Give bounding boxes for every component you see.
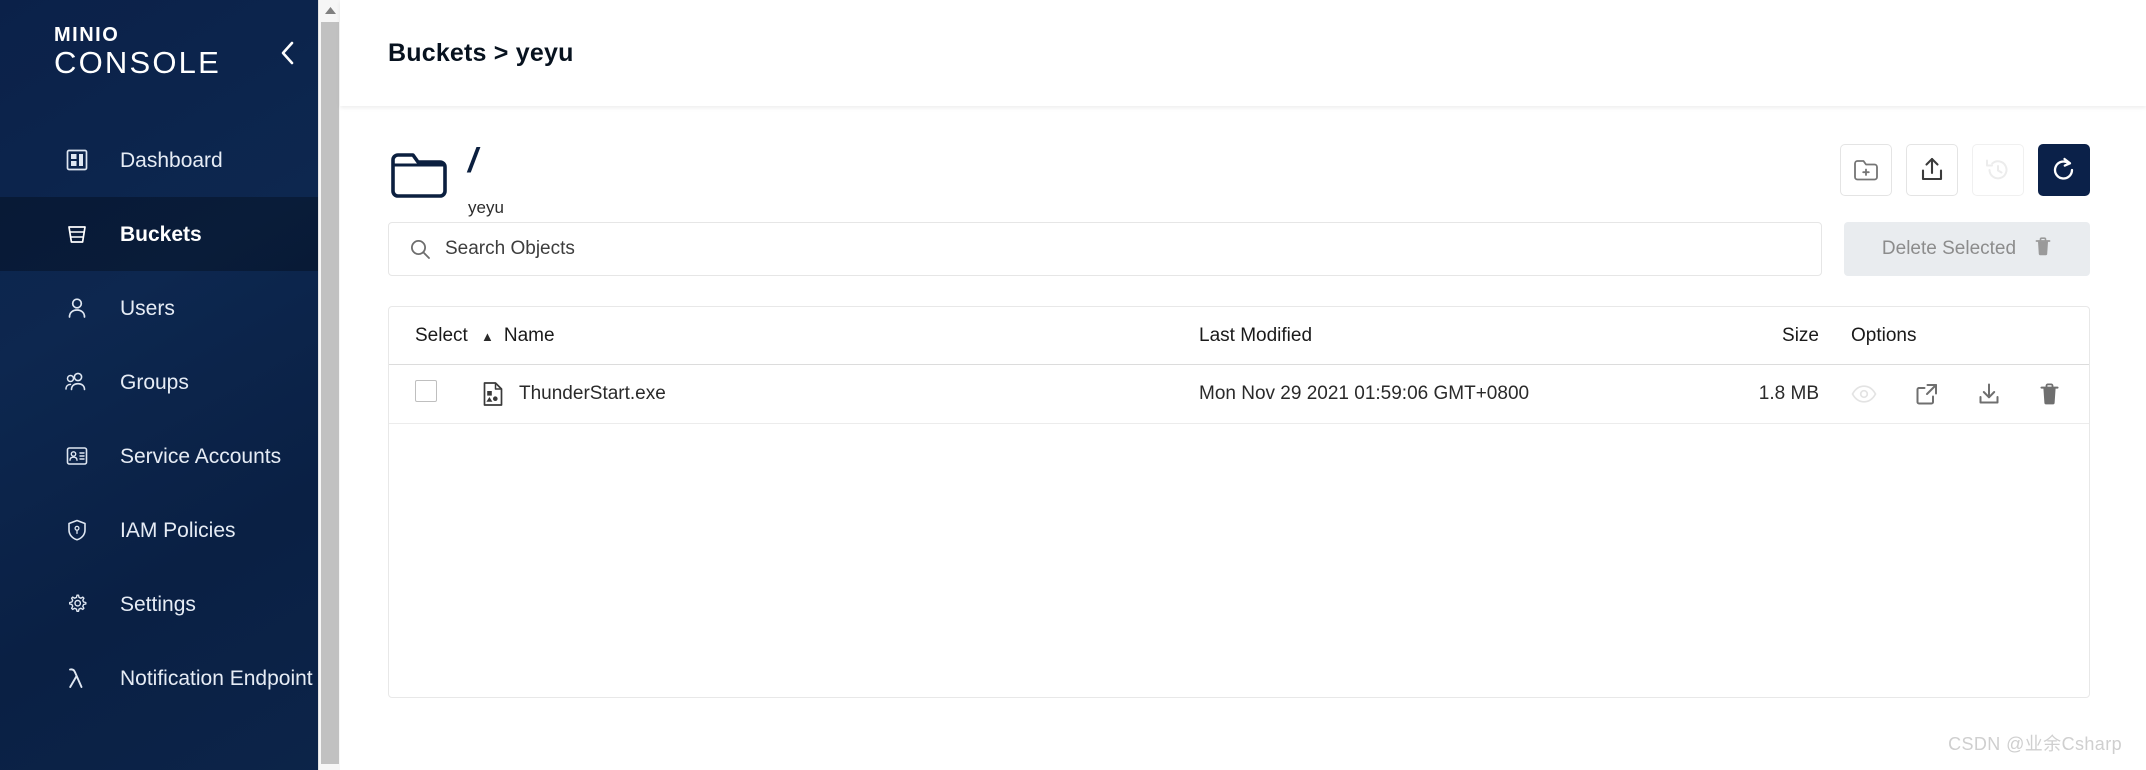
logo-product: CONSOLE (54, 44, 221, 80)
chevron-left-icon[interactable] (272, 38, 302, 68)
table-header: Select ▲ Name Last Modified Size Options (389, 307, 2089, 365)
object-actions (1840, 142, 2090, 196)
upload-icon (1921, 157, 1943, 181)
scrollbar-thumb[interactable] (321, 22, 339, 764)
refresh-button[interactable] (2038, 144, 2090, 196)
refresh-icon (2053, 157, 2074, 180)
row-last-modified: Mon Nov 29 2021 01:59:06 GMT+0800 (1199, 364, 1669, 424)
path-bucket-name: yeyu (468, 198, 504, 217)
share-icon[interactable] (1915, 382, 1939, 406)
sidebar-scrollbar[interactable] (318, 0, 340, 770)
sidebar-item-dashboard[interactable]: Dashboard (0, 123, 340, 197)
logo-text: MINIO CONSOLE (54, 25, 221, 81)
history-button (1972, 144, 2024, 196)
column-header-select: Select (389, 307, 481, 365)
row-checkbox[interactable] (415, 380, 437, 402)
content-area: / yeyu Search Objects Delete Selected Se… (340, 106, 2146, 770)
sidebar-item-users[interactable]: Users (0, 271, 340, 345)
sidebar-item-label: Settings (120, 592, 196, 616)
sidebar-item-label: Dashboard (120, 148, 223, 172)
file-binary-icon (481, 381, 505, 407)
upload-button[interactable] (1906, 144, 1958, 196)
dashboard-icon (64, 147, 90, 173)
lambda-icon (64, 665, 90, 691)
sidebar-item-groups[interactable]: Groups (0, 345, 340, 419)
search-input[interactable] (445, 238, 1801, 260)
column-header-name-label: Name (503, 325, 555, 346)
sidebar-item-service-accounts[interactable]: Service Accounts (0, 419, 340, 493)
table-body: ThunderStart.exe Mon Nov 29 2021 01:59:0… (389, 364, 2089, 424)
logo-brand: MINIO (54, 23, 120, 46)
sidebar-item-buckets[interactable]: Buckets (0, 197, 340, 271)
sidebar-menu: Dashboard Buckets Users Groups Service A… (0, 105, 340, 715)
row-options-cell (1819, 364, 2089, 424)
sidebar: MINIO CONSOLE Dashboard Buckets Users Gr… (0, 0, 340, 770)
scrollbar-up-arrow-icon[interactable] (319, 0, 340, 20)
sidebar-logo[interactable]: MINIO CONSOLE (0, 0, 340, 105)
watermark: CSDN @业余Csharp (1948, 734, 2122, 754)
path-separator: / (468, 142, 478, 180)
sidebar-item-settings[interactable]: Settings (0, 567, 340, 641)
preview-icon (1851, 385, 1877, 403)
objects-table-container: Select ▲ Name Last Modified Size Options (388, 306, 2090, 698)
search-objects-box[interactable] (388, 222, 1822, 276)
sort-ascending-icon: ▲ (481, 328, 494, 344)
delete-icon[interactable] (2039, 382, 2060, 406)
sidebar-item-label: Buckets (120, 222, 202, 246)
objects-table: Select ▲ Name Last Modified Size Options (389, 307, 2089, 424)
sidebar-item-label: Groups (120, 370, 189, 394)
sidebar-item-label: IAM Policies (120, 518, 236, 542)
table-row[interactable]: ThunderStart.exe Mon Nov 29 2021 01:59:0… (389, 364, 2089, 424)
download-icon[interactable] (1977, 382, 2001, 406)
row-file-name: ThunderStart.exe (519, 383, 666, 404)
column-header-last-modified[interactable]: Last Modified (1199, 307, 1669, 365)
delete-selected-label: Delete Selected (1881, 238, 2017, 259)
sidebar-item-label: Users (120, 296, 175, 320)
object-path-row: / yeyu (388, 106, 2090, 218)
row-select-cell (389, 364, 481, 424)
main-area: Buckets > yeyu / yeyu Search Objects Del… (340, 0, 2146, 770)
search-row: Delete Selected (388, 222, 2090, 276)
user-icon (64, 295, 90, 321)
create-new-path-button[interactable] (1840, 144, 1892, 196)
row-size: 1.8 MB (1669, 364, 1819, 424)
gear-icon (64, 591, 90, 617)
search-icon (411, 240, 430, 259)
row-name-cell: ThunderStart.exe (481, 364, 1199, 424)
sidebar-item-label: Notification Endpoint (120, 666, 313, 690)
trash-icon (2034, 236, 2052, 263)
id-card-icon (64, 443, 90, 469)
column-header-size[interactable]: Size (1669, 307, 1819, 365)
path-texts: / yeyu (468, 142, 504, 216)
history-icon (1986, 159, 2008, 180)
sidebar-item-label: Service Accounts (120, 444, 282, 468)
column-header-options: Options (1819, 307, 2089, 365)
breadcrumb[interactable]: Buckets > yeyu (388, 39, 574, 68)
bucket-icon (64, 221, 90, 247)
table-header-row: Select ▲ Name Last Modified Size Options (389, 307, 2089, 365)
shield-icon (64, 517, 90, 543)
folder-icon (388, 146, 450, 202)
folder-plus-icon (1854, 160, 1878, 181)
topbar: Buckets > yeyu (340, 0, 2146, 106)
sidebar-item-iam-policies[interactable]: IAM Policies (0, 493, 340, 567)
sidebar-item-notification-endpoint[interactable]: Notification Endpoint (0, 641, 340, 715)
column-header-name[interactable]: ▲ Name (481, 307, 1199, 365)
minio-console-app: MINIO CONSOLE Dashboard Buckets Users Gr… (0, 0, 2146, 770)
groups-icon (64, 369, 90, 395)
delete-selected-button[interactable]: Delete Selected (1844, 222, 2090, 276)
